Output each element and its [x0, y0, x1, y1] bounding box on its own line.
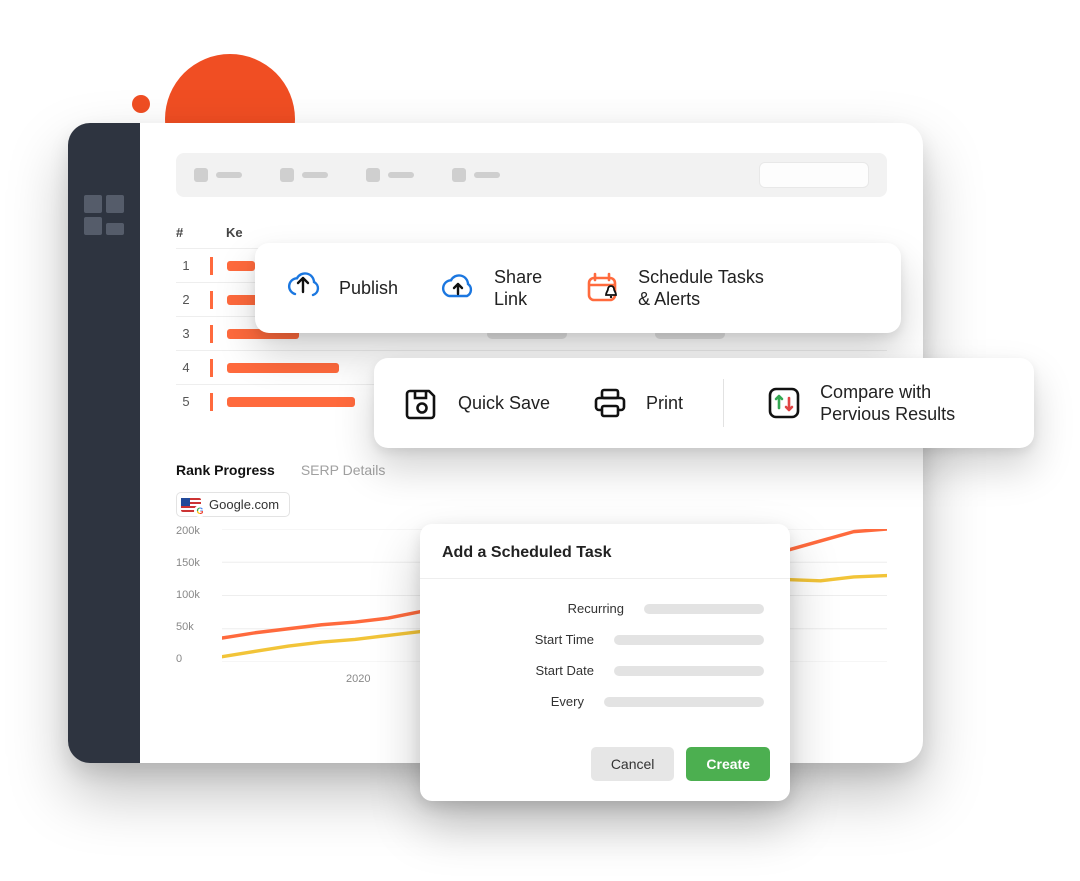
sidebar: [68, 123, 140, 763]
row-num: 5: [176, 394, 196, 409]
tab-serp-details[interactable]: SERP Details: [301, 462, 386, 478]
share-label-1: Share: [494, 266, 542, 289]
row-marker: [210, 393, 213, 411]
field-start-time-label: Start Time: [504, 632, 594, 647]
row-num: 2: [176, 292, 196, 307]
calendar-bell-icon: [582, 268, 622, 308]
quick-save-label: Quick Save: [458, 393, 550, 414]
secondary-actions-card: Quick Save Print Compare with Pervious R…: [374, 358, 1034, 448]
x-tick-2020: 2020: [346, 673, 370, 685]
compare-action[interactable]: Compare with Pervious Results: [764, 381, 955, 426]
scheduled-task-modal: Add a Scheduled Task Recurring Start Tim…: [420, 524, 790, 801]
decorative-circle-small: [132, 95, 150, 113]
col-keyword: Ke: [226, 225, 346, 240]
row-bar: [227, 261, 255, 271]
quick-save-action[interactable]: Quick Save: [402, 383, 550, 423]
share-link-action[interactable]: Share Link: [438, 266, 542, 311]
search-engine-chip[interactable]: G Google.com: [176, 492, 290, 517]
google-icon: G: [194, 505, 206, 517]
y-tick: 0: [176, 653, 200, 665]
compare-label-2: Pervious Results: [820, 403, 955, 426]
y-tick: 50k: [176, 621, 200, 633]
row-marker: [210, 291, 213, 309]
y-tick: 100k: [176, 589, 200, 601]
col-num: #: [176, 225, 196, 240]
schedule-label-2: & Alerts: [638, 288, 764, 311]
chart-tabs: Rank Progress SERP Details: [176, 462, 887, 478]
upload-cloud-icon: [283, 268, 323, 308]
row-num: 4: [176, 360, 196, 375]
field-every-label: Every: [494, 694, 584, 709]
divider: [723, 379, 724, 427]
row-marker: [210, 325, 213, 343]
cancel-button[interactable]: Cancel: [591, 747, 675, 781]
row-marker: [210, 359, 213, 377]
print-icon: [590, 383, 630, 423]
row-num: 1: [176, 258, 196, 273]
row-num: 3: [176, 326, 196, 341]
field-start-date-label: Start Date: [504, 663, 594, 678]
share-cloud-icon: [438, 268, 478, 308]
start-date-input[interactable]: [614, 666, 764, 676]
publish-action[interactable]: Publish: [283, 268, 398, 308]
toolbar-skeleton: [176, 153, 887, 197]
field-recurring-label: Recurring: [534, 601, 624, 616]
row-marker: [210, 257, 213, 275]
compare-label-1: Compare with: [820, 381, 955, 404]
publish-label: Publish: [339, 278, 398, 299]
tab-rank-progress[interactable]: Rank Progress: [176, 462, 275, 478]
y-tick: 200k: [176, 525, 200, 537]
print-label: Print: [646, 393, 683, 414]
print-action[interactable]: Print: [590, 383, 683, 423]
every-input[interactable]: [604, 697, 764, 707]
row-bar: [227, 397, 355, 407]
schedule-label-1: Schedule Tasks: [638, 266, 764, 289]
create-button[interactable]: Create: [686, 747, 770, 781]
schedule-tasks-action[interactable]: Schedule Tasks & Alerts: [582, 266, 764, 311]
apps-grid-icon[interactable]: [84, 195, 124, 235]
primary-actions-card: Publish Share Link Schedule Tasks & Al: [255, 243, 901, 333]
row-bar: [227, 363, 339, 373]
start-time-input[interactable]: [614, 635, 764, 645]
save-icon: [402, 383, 442, 423]
y-tick: 150k: [176, 557, 200, 569]
modal-title: Add a Scheduled Task: [420, 524, 790, 579]
search-engine-label: Google.com: [209, 497, 279, 512]
recurring-input[interactable]: [644, 604, 764, 614]
compare-icon: [764, 383, 804, 423]
share-label-2: Link: [494, 288, 542, 311]
